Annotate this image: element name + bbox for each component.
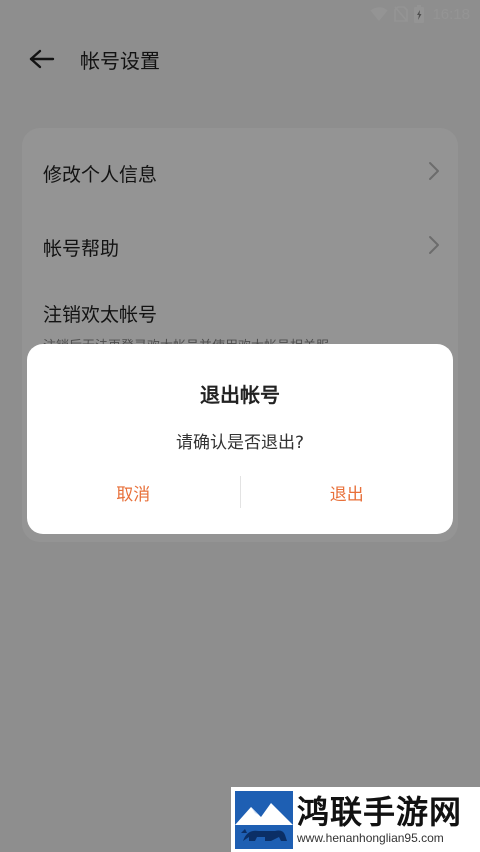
dialog-title: 退出帐号 [200, 383, 280, 407]
dialog-message: 请确认是否退出? [175, 433, 305, 453]
dialog-actions: 取消 退出 [27, 472, 453, 512]
watermark-url: www.henanhonglian95.com [297, 830, 444, 845]
confirm-logout-button[interactable]: 退出 [241, 472, 454, 512]
cancel-button[interactable]: 取消 [27, 472, 240, 512]
watermark-name: 鸿联手游网 [297, 792, 463, 831]
watermark: 鸿联手游网 www.henanhonglian95.com [231, 787, 480, 852]
mountain-bull-logo-icon [235, 790, 293, 849]
logout-dialog: 退出帐号 请确认是否退出? 取消 退出 [27, 344, 453, 534]
